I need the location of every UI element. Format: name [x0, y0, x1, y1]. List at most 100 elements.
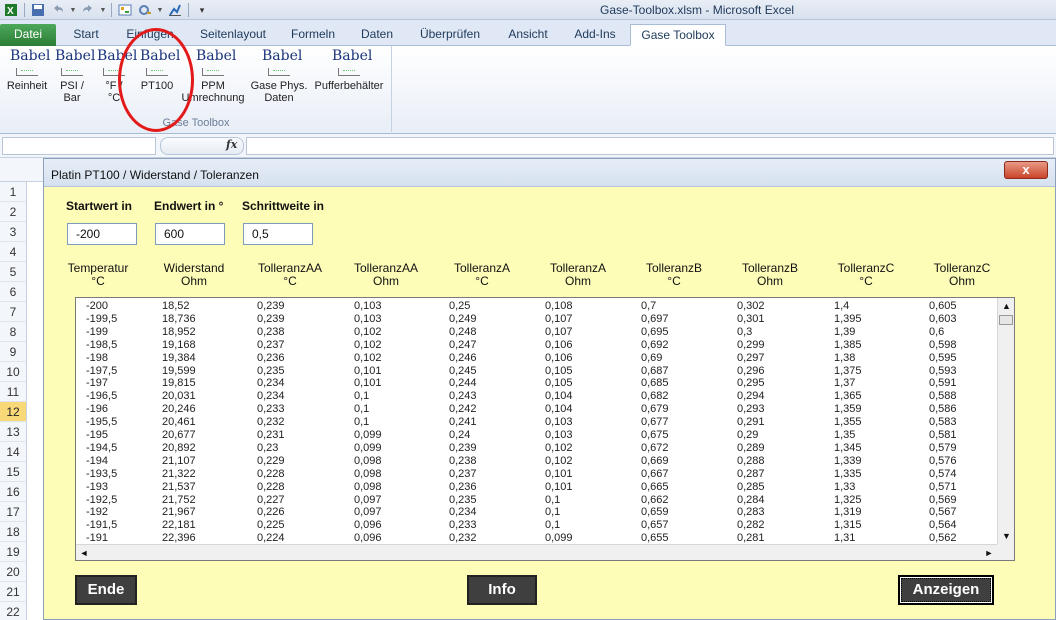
redo-icon[interactable]	[79, 1, 97, 19]
scroll-down-icon[interactable]: ▼	[998, 528, 1014, 544]
row-header[interactable]: 17	[0, 502, 27, 522]
list-item[interactable]: -197,5 19,599 0,235 0,101 0,245 0,105 0,687 0,2…	[76, 365, 998, 378]
info-button[interactable]: Info	[467, 575, 537, 605]
svg-text:X: X	[7, 6, 14, 17]
fahrenheit-celsius-button[interactable]: Babel °F / °C	[94, 49, 137, 104]
list-cell: 0,669	[641, 454, 669, 467]
dialog-title-bar[interactable]: Platin PT100 / Widerstand / Toleranzen x	[44, 159, 1055, 187]
list-cell: 0,104	[545, 403, 573, 416]
row-header[interactable]: 13	[0, 422, 27, 442]
tab-start[interactable]: Start	[66, 24, 106, 46]
list-item[interactable]: -199 18,952 0,238 0,102 0,248 0,107 0,695 0,3 1,…	[76, 326, 998, 339]
row-header[interactable]: 18	[0, 522, 27, 542]
row-header[interactable]: 8	[0, 322, 27, 342]
list-item[interactable]: -199,5 18,736 0,239 0,103 0,249 0,107 0,697 0,3…	[76, 313, 998, 326]
row-header[interactable]: 4	[0, 242, 27, 262]
form-icon[interactable]	[116, 1, 134, 19]
save-icon[interactable]	[29, 1, 47, 19]
list-item[interactable]: -198,5 19,168 0,237 0,102 0,247 0,106 0,692 0,2…	[76, 339, 998, 352]
pufferbehaelter-button[interactable]: Babel Pufferbehälter	[310, 49, 388, 92]
row-header[interactable]: 20	[0, 562, 27, 582]
tab-gase-toolbox[interactable]: Gase Toolbox	[630, 24, 726, 46]
list-item[interactable]: -193 21,537 0,228 0,098 0,236 0,101 0,665 0,285…	[76, 481, 998, 494]
row-header[interactable]: 16	[0, 482, 27, 502]
psi-bar-button[interactable]: Babel PSI / Bar	[52, 49, 95, 104]
scroll-up-icon[interactable]: ▲	[998, 298, 1014, 314]
list-item[interactable]: -193,5 21,322 0,228 0,098 0,237 0,101 0,667 0,2…	[76, 468, 998, 481]
list-cell: 0,239	[257, 312, 285, 325]
row-header[interactable]: 6	[0, 282, 27, 302]
fx-icon[interactable]: fx	[226, 138, 237, 151]
row-header[interactable]: 10	[0, 362, 27, 382]
formula-input[interactable]	[246, 137, 1054, 155]
tab-add-ins[interactable]: Add-Ins	[568, 24, 622, 46]
row-header-selected[interactable]: 12	[0, 402, 27, 422]
row-header[interactable]: 11	[0, 382, 27, 402]
row-header[interactable]: 5	[0, 262, 27, 282]
close-button[interactable]: x	[1004, 161, 1048, 179]
tab-file[interactable]: Datei	[0, 24, 56, 46]
pt100-button[interactable]: Babel PT100	[136, 49, 180, 92]
tab-formulas[interactable]: Formeln	[286, 24, 340, 46]
scroll-left-icon[interactable]: ◄	[76, 545, 92, 560]
row-header[interactable]: 9	[0, 342, 27, 362]
list-item[interactable]: -195 20,677 0,231 0,099 0,24 0,103 0,675 0,29 1,…	[76, 429, 998, 442]
list-cell: 18,952	[162, 325, 196, 338]
scroll-right-icon[interactable]: ►	[981, 545, 997, 560]
row-header[interactable]: 19	[0, 542, 27, 562]
anzeigen-button[interactable]: Anzeigen	[898, 575, 994, 605]
list-item[interactable]: -194 21,107 0,229 0,098 0,238 0,102 0,669 0,288…	[76, 455, 998, 468]
row-header[interactable]: 1	[0, 182, 27, 202]
list-item[interactable]: -200 18,52 0,239 0,103 0,25 0,108 0,7 0,302 1,4 0…	[76, 300, 998, 313]
chevron-down-icon[interactable]: ▼	[156, 1, 164, 19]
tab-data[interactable]: Daten	[356, 24, 398, 46]
tab-view[interactable]: Ansicht	[502, 24, 554, 46]
list-item[interactable]: -192 21,967 0,226 0,097 0,234 0,1 0,659 0,283 1,…	[76, 506, 998, 519]
excel-icon[interactable]: X	[2, 1, 20, 19]
undo-icon[interactable]	[49, 1, 67, 19]
list-item[interactable]: -196,5 20,031 0,234 0,1 0,243 0,104 0,682 0,294…	[76, 390, 998, 403]
results-listbox[interactable]: -200 18,52 0,239 0,103 0,25 0,108 0,7 0,302 1,4 0…	[75, 297, 1015, 561]
list-item[interactable]: -191,5 22,181 0,225 0,096 0,233 0,1 0,657 0,282…	[76, 519, 998, 532]
gase-phys-daten-button[interactable]: Babel Gase Phys. Daten	[250, 49, 308, 104]
tab-review[interactable]: Überprüfen	[414, 24, 486, 46]
list-cell: 21,322	[162, 467, 196, 480]
horizontal-scrollbar[interactable]: ◄ ►	[76, 544, 997, 560]
list-item[interactable]: -194,5 20,892 0,23 0,099 0,239 0,102 0,672 0,28…	[76, 442, 998, 455]
chevron-down-icon[interactable]: ▼	[99, 1, 107, 19]
row-header[interactable]: 15	[0, 462, 27, 482]
customize-icon[interactable]: ▾	[193, 1, 211, 19]
start-value-input[interactable]: -200	[67, 223, 137, 245]
scroll-thumb[interactable]	[999, 315, 1013, 325]
ppm-umrechnung-button[interactable]: Babel PPM Umrechnung	[180, 49, 246, 104]
list-item[interactable]: -197 19,815 0,234 0,101 0,244 0,105 0,685 0,295…	[76, 377, 998, 390]
list-cell: 0,103	[545, 416, 573, 429]
ende-button[interactable]: Ende	[75, 575, 137, 605]
row-header[interactable]: 14	[0, 442, 27, 462]
row-header[interactable]: 3	[0, 222, 27, 242]
list-cell: -194	[86, 454, 109, 467]
list-item[interactable]: -196 20,246 0,233 0,1 0,242 0,104 0,679 0,293 1,…	[76, 403, 998, 416]
tools-icon[interactable]	[136, 1, 154, 19]
list-cell: 0,234	[449, 506, 477, 519]
column-header-unit: °C	[475, 274, 489, 288]
end-value-input[interactable]: 600	[155, 223, 225, 245]
row-header[interactable]: 7	[0, 302, 27, 322]
list-item[interactable]: -192,5 21,752 0,227 0,097 0,235 0,1 0,662 0,284…	[76, 494, 998, 507]
list-item[interactable]: -198 19,384 0,236 0,102 0,246 0,106 0,69 0,297 1…	[76, 352, 998, 365]
list-cell: 0,103	[354, 300, 382, 312]
step-value-input[interactable]: 0,5	[243, 223, 313, 245]
vertical-scrollbar[interactable]: ▲ ▼	[997, 298, 1014, 544]
row-header[interactable]: 22	[0, 602, 27, 620]
tab-page-layout[interactable]: Seitenlayout	[196, 24, 270, 46]
chart-icon[interactable]	[166, 1, 184, 19]
tab-insert[interactable]: Einfügen	[118, 24, 182, 46]
list-cell: 0,227	[257, 493, 285, 506]
row-header[interactable]: 2	[0, 202, 27, 222]
ribbon-tabs: Datei Start Einfügen Seitenlayout Formel…	[0, 20, 1056, 46]
chevron-down-icon[interactable]: ▼	[69, 1, 77, 19]
row-header[interactable]: 21	[0, 582, 27, 602]
list-item[interactable]: -195,5 20,461 0,232 0,1 0,241 0,103 0,677 0,291…	[76, 416, 998, 429]
reinheit-button[interactable]: Babel Reinheit	[4, 49, 51, 92]
name-box[interactable]	[2, 137, 156, 155]
